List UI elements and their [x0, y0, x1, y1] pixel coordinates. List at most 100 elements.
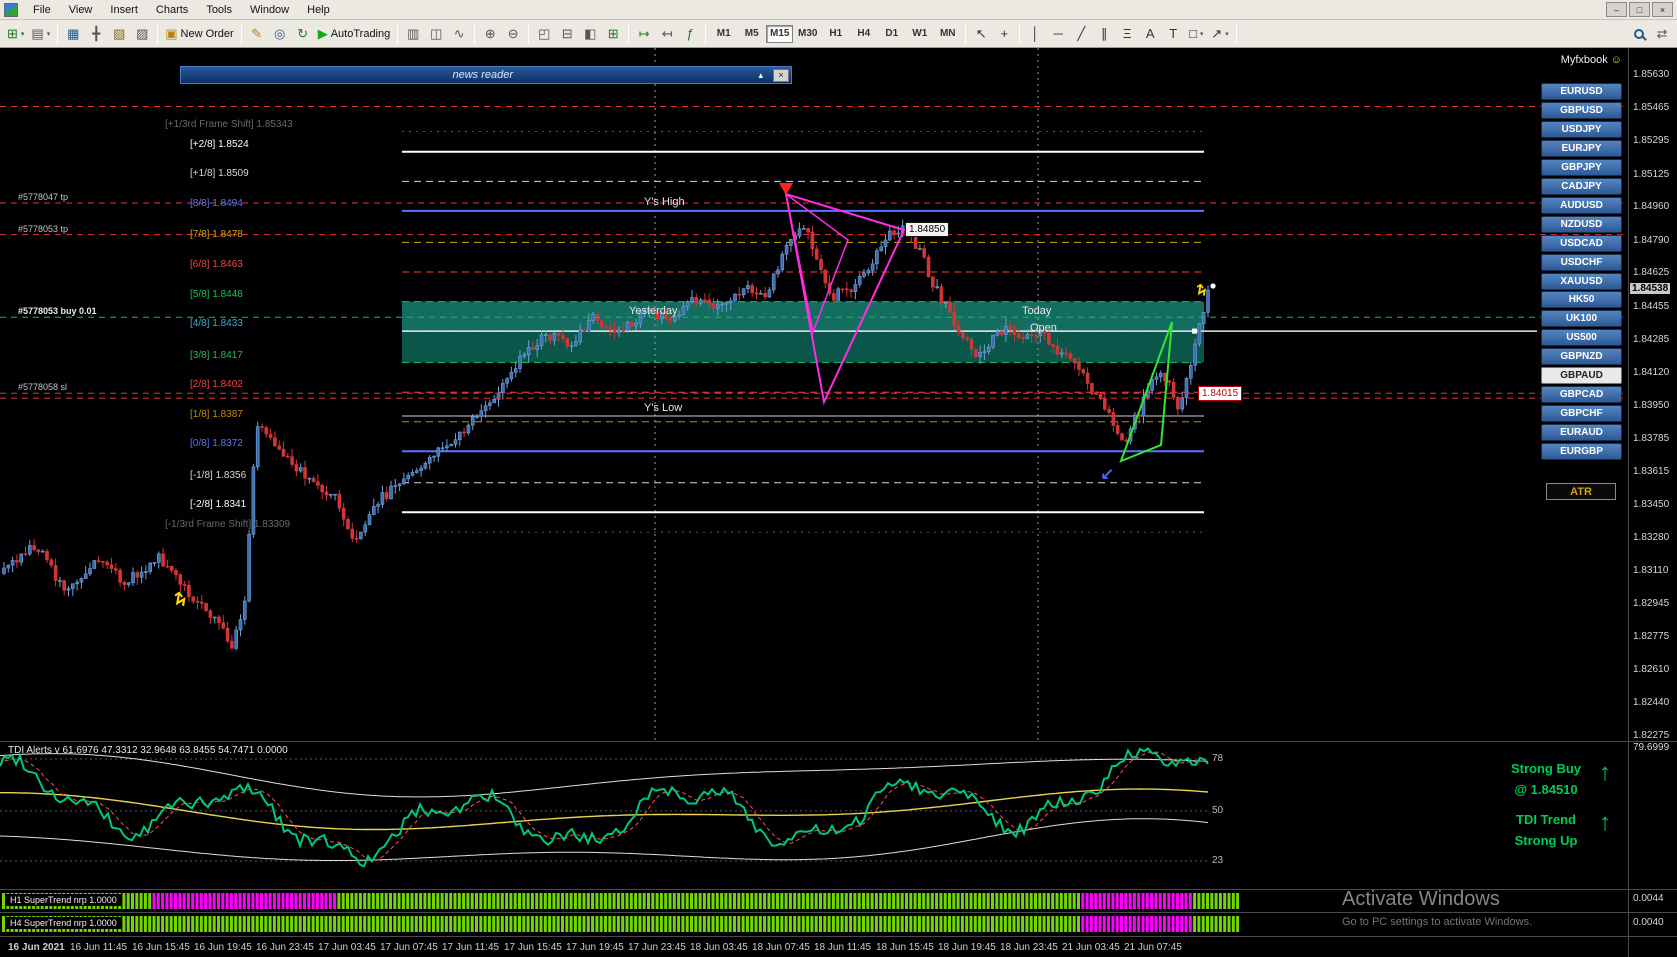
navigator-button[interactable]: ▧ — [108, 23, 130, 45]
price-axis-value: 1.84790 — [1633, 234, 1670, 246]
atr-button[interactable]: ATR — [1546, 483, 1616, 500]
current-price-marker: 1.84538 — [1630, 283, 1671, 295]
trendline-button[interactable]: ╱ — [1070, 23, 1092, 45]
zoom-out-button[interactable]: ⊖ — [502, 23, 524, 45]
menu-help[interactable]: Help — [298, 2, 339, 18]
indicators-button[interactable]: ƒ — [679, 23, 701, 45]
order-label-tp: #5778053 tp — [18, 223, 69, 234]
murray-level-label: [-2/8] 1.8341 — [190, 499, 247, 511]
symbol-eurusd[interactable]: EURUSD — [1541, 83, 1622, 100]
line-chart-mode-button[interactable]: ∿ — [448, 23, 470, 45]
market-watch-button[interactable]: ▦ — [62, 23, 84, 45]
text-icon: A — [1145, 26, 1155, 41]
text-label-button[interactable]: T — [1162, 23, 1184, 45]
timeframe-m15[interactable]: M15 — [766, 24, 794, 43]
price-axis[interactable]: 1.85630 1.85465 1.85295 1.85125 1.84960 1.847… — [1630, 48, 1677, 957]
horizontal-line-button[interactable]: ─ — [1047, 23, 1069, 45]
crosshair-button[interactable]: + — [993, 23, 1015, 45]
menu-file[interactable]: File — [24, 2, 60, 18]
symbol-gbpchf[interactable]: GBPCHF — [1541, 405, 1622, 423]
supertrend-axis-value: 0.0040 — [1633, 917, 1664, 928]
menu-bar: File View Insert Charts Tools Window Help – □ × — [0, 0, 1677, 20]
candlestick-mode-button[interactable]: ◫ — [425, 23, 447, 45]
tile-windows-button[interactable]: ◰ — [533, 23, 555, 45]
indicators-icon: ƒ — [686, 26, 694, 41]
shapes-button[interactable]: □ ▾ — [1185, 23, 1207, 45]
symbol-usdcad[interactable]: USDCAD — [1541, 234, 1622, 252]
auto-scroll-button[interactable]: ↦ — [633, 23, 655, 45]
terminal-button[interactable]: ▨ — [131, 23, 153, 45]
zoom-in-button[interactable]: ⊕ — [479, 23, 501, 45]
symbol-eurgbp[interactable]: EURGBP — [1541, 443, 1622, 461]
timeframe-h1[interactable]: H1 — [822, 25, 849, 43]
toolbar-group: ▣ New Order — [162, 23, 236, 45]
toolbar-separator — [1019, 23, 1021, 44]
cursor-button[interactable]: ↖ — [970, 23, 992, 45]
channel-button[interactable]: ∥ — [1093, 23, 1115, 45]
toolbar-group: ↦ ↤ ƒ — [633, 23, 701, 45]
symbol-gbpnzd[interactable]: GBPNZD — [1541, 348, 1622, 366]
menu-tools[interactable]: Tools — [197, 2, 241, 18]
symbol-eurjpy[interactable]: EURJPY — [1541, 139, 1622, 157]
timeframe-m30[interactable]: M30 — [794, 25, 821, 43]
new-order-button[interactable]: ▣ New Order — [162, 23, 236, 45]
price-axis-value: 1.82440 — [1633, 697, 1670, 709]
bar-chart-mode-button[interactable]: ▥ — [402, 23, 424, 45]
vertical-line-button[interactable]: │ — [1024, 23, 1046, 45]
profiles-button[interactable]: ▤ ▾ — [28, 23, 53, 45]
symbol-uk100[interactable]: UK100 — [1541, 310, 1622, 328]
time-axis-label: 17 Jun 03:45 — [318, 942, 376, 953]
cursor-icon: ↖ — [975, 26, 987, 41]
murray-level-label: [5/8] 1.8448 — [190, 288, 243, 300]
alerts-button[interactable]: ◎ — [269, 23, 291, 45]
symbol-hk50[interactable]: HK50 — [1541, 291, 1622, 309]
menu-view[interactable]: View — [60, 2, 102, 18]
time-axis[interactable]: 16 Jun 2021 16 Jun 11:45 16 Jun 15:45 16 Ju… — [0, 938, 1628, 957]
news-reader-panel[interactable]: news reader ▴ × — [180, 66, 792, 84]
timeframe-d1[interactable]: D1 — [878, 25, 905, 43]
menu-charts[interactable]: Charts — [147, 2, 197, 18]
chart-shift-button[interactable]: ↤ — [656, 23, 678, 45]
symbol-euraud[interactable]: EURAUD — [1541, 424, 1622, 442]
close-icon[interactable]: × — [773, 68, 789, 82]
dropdown-arrow-icon: ▾ — [1225, 30, 1229, 38]
timeframe-m5[interactable]: M5 — [738, 25, 765, 43]
timeframe-m1[interactable]: M1 — [710, 25, 737, 43]
tile-vertical-button[interactable]: ◧ — [579, 23, 601, 45]
timeframe-h4[interactable]: H4 — [850, 25, 877, 43]
timeframe-w1[interactable]: W1 — [906, 25, 933, 43]
minimize-button[interactable]: – — [1606, 2, 1627, 17]
styler-button[interactable]: ✎ — [246, 23, 268, 45]
autotrading-button[interactable]: ▶ AutoTrading — [315, 23, 394, 45]
tile-horizontal-button[interactable]: ⊟ — [556, 23, 578, 45]
symbol-gbpcad[interactable]: GBPCAD — [1541, 386, 1622, 404]
menu-insert[interactable]: Insert — [101, 2, 147, 18]
quick-search-button[interactable] — [1628, 23, 1650, 45]
timeframe-mn[interactable]: MN — [934, 25, 961, 43]
symbol-switch-button[interactable]: ⇄ — [1651, 23, 1673, 45]
fibonacci-icon: Ξ — [1123, 26, 1132, 41]
symbol-usdjpy[interactable]: USDJPY — [1541, 120, 1622, 138]
symbol-us500[interactable]: US500 — [1541, 329, 1622, 347]
data-window-button[interactable]: ╋ — [85, 23, 107, 45]
terminal-icon: ▨ — [136, 26, 149, 41]
arrow-tools-button[interactable]: ↗ ▾ — [1208, 23, 1231, 45]
new-chart-button[interactable]: ⊞ ▾ — [4, 23, 27, 45]
murray-level-label: [+1/8] 1.8509 — [190, 168, 249, 180]
text-button[interactable]: A — [1139, 23, 1161, 45]
collapse-icon[interactable]: ▴ — [758, 70, 763, 81]
symbol-nzdusd[interactable]: NZDUSD — [1541, 215, 1622, 233]
symbol-gbpusd[interactable]: GBPUSD — [1541, 101, 1622, 119]
menu-window[interactable]: Window — [241, 2, 298, 18]
symbol-gbpjpy[interactable]: GBPJPY — [1541, 158, 1622, 176]
symbol-usdchf[interactable]: USDCHF — [1541, 253, 1622, 271]
close-button[interactable]: × — [1652, 2, 1673, 17]
symbol-audusd[interactable]: AUDUSD — [1541, 196, 1622, 214]
fibonacci-button[interactable]: Ξ — [1116, 23, 1138, 45]
symbol-xauusd[interactable]: XAUUSD — [1541, 272, 1622, 290]
symbol-gbpaud[interactable]: GBPAUD — [1541, 367, 1622, 385]
symbol-cadjpy[interactable]: CADJPY — [1541, 177, 1622, 195]
refresh-button[interactable]: ↻ — [292, 23, 314, 45]
arrange-grid-button[interactable]: ⊞ — [602, 23, 624, 45]
restore-button[interactable]: □ — [1629, 2, 1650, 17]
